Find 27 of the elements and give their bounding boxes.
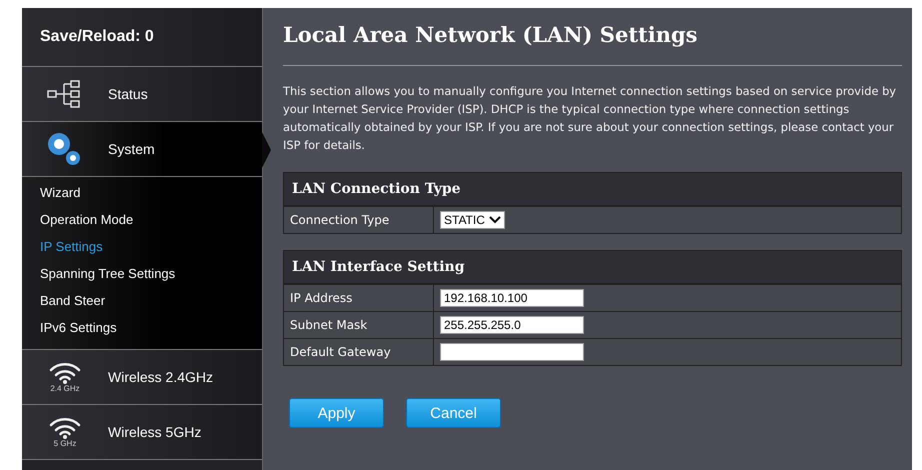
submenu-item[interactable]: IPv6 Settings	[22, 314, 262, 341]
submenu-item[interactable]: Band Steer	[22, 287, 262, 314]
section-heading: LAN Interface Setting	[284, 251, 901, 284]
wifi-icon	[48, 362, 82, 384]
submenu-item[interactable]: Wizard	[22, 179, 262, 206]
input-field[interactable]: 255.255.255.0	[440, 316, 584, 334]
section-heading: LAN Connection Type	[284, 173, 901, 206]
nav-section[interactable]: Status	[22, 67, 262, 122]
band-label: 2.4 GHz	[50, 384, 80, 392]
band-label: 5 GHz	[54, 438, 76, 448]
save-reload-counter: Save/Reload: 0	[22, 8, 262, 67]
nav-section[interactable]: 2.4 GHz Wireless 2.4GHz	[22, 350, 262, 405]
wifi-icon	[48, 416, 82, 438]
submenu-item[interactable]: IP Settings	[22, 233, 262, 260]
field-label: Connection Type	[284, 207, 434, 233]
caret-icon	[488, 216, 501, 224]
page-title: Local Area Network (LAN) Settings	[283, 22, 902, 66]
submenu-item[interactable]: Spanning Tree Settings	[22, 260, 262, 287]
field-label: Default Gateway	[284, 339, 434, 365]
input-field[interactable]	[440, 343, 584, 361]
input-field[interactable]: 192.168.10.100	[440, 289, 584, 307]
nav-section[interactable]: System	[22, 122, 262, 177]
sitemap-icon	[47, 80, 83, 108]
description-text: This section allows you to manually configure you Internet connection settings based on service provide by your Internet Service Provider (ISP). DHCP is the typical connection type where connection settings automatically obtained by your ISP. If you are not sure about your connection settings, please contact your ISP for details.	[283, 83, 898, 154]
connection-type-select[interactable]: STATIC	[440, 211, 505, 229]
nav-section[interactable]: 5 GHz Wireless 5GHz	[22, 405, 262, 460]
submenu-item[interactable]: Operation Mode	[22, 206, 262, 233]
